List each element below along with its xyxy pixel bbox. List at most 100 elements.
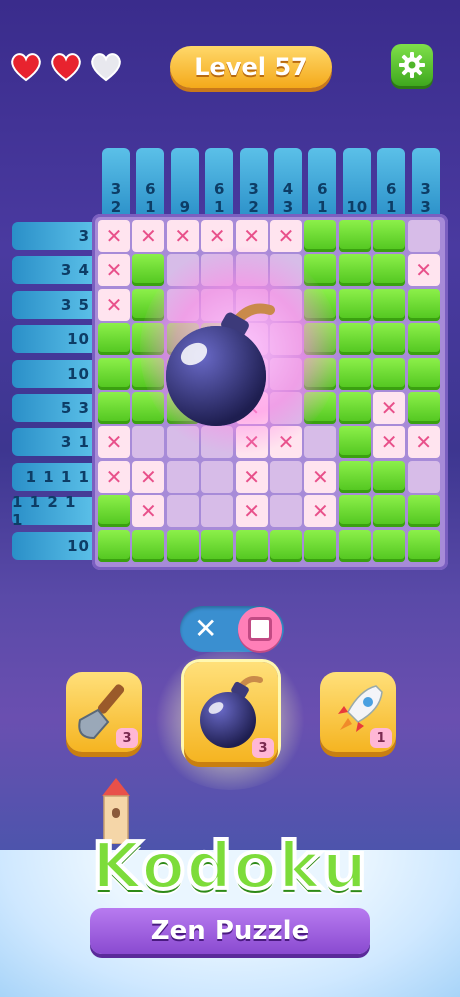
filled-cell[interactable] <box>373 357 406 390</box>
crossed-cell[interactable]: ✕ <box>270 220 302 252</box>
row-clue: 3 4 <box>12 256 94 285</box>
empty-cell[interactable] <box>407 220 440 252</box>
empty-cell[interactable] <box>201 460 234 493</box>
game-logo-subtitle: Zen Puzzle <box>90 908 370 954</box>
rocket-count-badge: 1 <box>370 728 392 748</box>
crossed-cell[interactable]: ✕ <box>132 460 165 493</box>
filled-cell[interactable] <box>201 529 234 562</box>
column-clue: 9 <box>170 148 199 220</box>
heart-icon <box>51 53 81 82</box>
filled-cell[interactable] <box>98 529 130 562</box>
crossed-cell[interactable]: ✕ <box>98 426 130 459</box>
crossed-cell[interactable]: ✕ <box>235 460 268 493</box>
filled-cell[interactable] <box>98 323 130 356</box>
bomb-tool-button[interactable]: 3 <box>184 662 278 762</box>
gear-icon <box>399 52 425 78</box>
crossed-cell[interactable]: ✕ <box>304 460 337 493</box>
clue-number: 6 <box>145 180 156 198</box>
column-clue: 61 <box>308 148 337 220</box>
row-clue: 1 1 1 1 <box>12 462 94 491</box>
column-clue: 32 <box>239 148 268 220</box>
crossed-cell[interactable]: ✕ <box>304 495 337 528</box>
filled-cell[interactable] <box>407 392 440 424</box>
empty-cell[interactable] <box>270 460 302 493</box>
clue-number: 6 <box>213 180 225 198</box>
crossed-cell[interactable]: ✕ <box>98 254 130 287</box>
empty-cell[interactable] <box>166 495 199 528</box>
column-clue: 32 <box>102 148 130 220</box>
shovel-count-badge: 3 <box>116 728 138 748</box>
level-indicator: Level 57 <box>170 46 332 88</box>
filled-cell[interactable] <box>235 529 268 562</box>
empty-cell[interactable] <box>407 460 440 493</box>
filled-cell[interactable] <box>304 220 337 252</box>
settings-button[interactable] <box>391 44 433 86</box>
filled-cell[interactable] <box>338 529 371 562</box>
filled-cell[interactable] <box>407 288 440 321</box>
rocket-tool-button[interactable]: 1 <box>320 672 396 752</box>
row-clue: 10 <box>12 325 94 354</box>
row-clue: 1 1 2 1 1 <box>12 493 94 529</box>
filled-cell[interactable] <box>98 392 130 424</box>
game-logo-title: Kodoku <box>90 828 369 906</box>
empty-cell[interactable] <box>201 495 234 528</box>
cross-mode-label: ✕ <box>194 612 218 645</box>
fill-mode-icon <box>248 617 272 641</box>
filled-cell[interactable] <box>270 529 302 562</box>
filled-cell[interactable] <box>407 357 440 390</box>
empty-cell[interactable] <box>270 495 302 528</box>
crossed-cell[interactable]: ✕ <box>407 254 440 287</box>
filled-cell[interactable] <box>304 529 337 562</box>
filled-cell[interactable] <box>338 254 371 287</box>
filled-cell[interactable] <box>373 288 406 321</box>
empty-cell[interactable] <box>166 460 199 493</box>
crossed-cell[interactable]: ✕ <box>373 392 406 424</box>
crossed-cell[interactable]: ✕ <box>98 460 130 493</box>
crossed-cell[interactable]: ✕ <box>235 495 268 528</box>
crossed-cell[interactable]: ✕ <box>132 495 165 528</box>
filled-cell[interactable] <box>166 529 199 562</box>
filled-cell[interactable] <box>407 495 440 528</box>
filled-cell[interactable] <box>338 288 371 321</box>
filled-cell[interactable] <box>373 323 406 356</box>
crossed-cell[interactable]: ✕ <box>132 220 165 252</box>
filled-cell[interactable] <box>338 323 371 356</box>
filled-cell[interactable] <box>98 357 130 390</box>
filled-cell[interactable] <box>407 323 440 356</box>
crossed-cell[interactable]: ✕ <box>98 220 130 252</box>
mark-mode-toggle[interactable]: ✕ <box>180 606 284 652</box>
row-clue: 3 1 <box>12 428 94 457</box>
filled-cell[interactable] <box>373 220 406 252</box>
clue-number: 6 <box>317 180 328 198</box>
toggle-knob[interactable] <box>238 607 282 651</box>
shovel-tool-button[interactable]: 3 <box>66 672 142 752</box>
filled-cell[interactable] <box>338 392 371 424</box>
column-clue: 33 <box>411 148 440 220</box>
crossed-cell[interactable]: ✕ <box>407 426 440 459</box>
row-clue: 3 <box>12 222 94 250</box>
filled-cell[interactable] <box>373 254 406 287</box>
crossed-cell[interactable]: ✕ <box>373 426 406 459</box>
filled-cell[interactable] <box>132 529 165 562</box>
clue-number: 3 <box>248 180 259 198</box>
clue-number: 3 <box>420 180 431 198</box>
filled-cell[interactable] <box>373 460 406 493</box>
row-clue: 5 3 <box>12 394 94 422</box>
row-clue: 10 <box>12 531 94 560</box>
filled-cell[interactable] <box>338 426 371 459</box>
filled-cell[interactable] <box>373 495 406 528</box>
heart-empty-icon <box>91 53 121 82</box>
column-clue: 61 <box>377 148 406 220</box>
filled-cell[interactable] <box>338 357 371 390</box>
filled-cell[interactable] <box>132 254 165 287</box>
crossed-cell[interactable]: ✕ <box>166 220 199 252</box>
filled-cell[interactable] <box>338 495 371 528</box>
filled-cell[interactable] <box>98 495 130 528</box>
filled-cell[interactable] <box>407 529 440 562</box>
filled-cell[interactable] <box>373 529 406 562</box>
filled-cell[interactable] <box>338 220 371 252</box>
filled-cell[interactable] <box>338 460 371 493</box>
clue-number: 4 <box>282 180 294 198</box>
crossed-cell[interactable]: ✕ <box>98 288 130 321</box>
empty-cell[interactable] <box>304 426 337 459</box>
